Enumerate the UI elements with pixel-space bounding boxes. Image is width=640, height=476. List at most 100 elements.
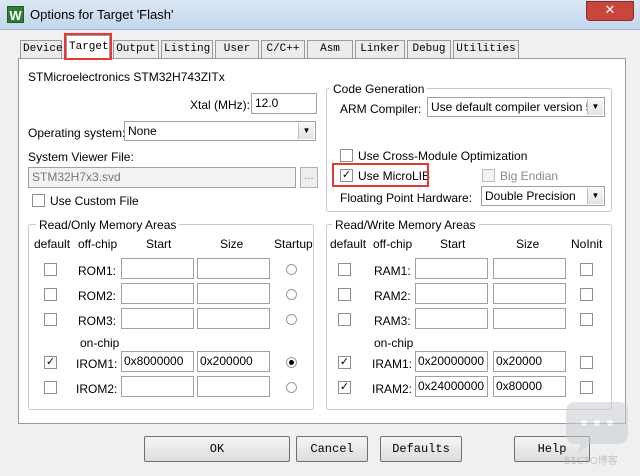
irom1-startup-radio[interactable] bbox=[286, 357, 297, 368]
tab-target-highlight bbox=[64, 33, 112, 60]
cross-module-checkbox[interactable] bbox=[340, 149, 353, 162]
rom2-default-checkbox[interactable] bbox=[44, 288, 57, 301]
tab-utilities[interactable]: Utilities bbox=[453, 40, 519, 58]
irom2-start-input[interactable] bbox=[121, 376, 194, 397]
tab-linker[interactable]: Linker bbox=[355, 40, 405, 58]
ram3-default-checkbox[interactable] bbox=[338, 313, 351, 326]
ram1-noinit-checkbox[interactable] bbox=[580, 263, 593, 276]
tab-device[interactable]: Device bbox=[20, 40, 63, 58]
cross-module-label: Use Cross-Module Optimization bbox=[358, 149, 528, 163]
chevron-down-icon: ▼ bbox=[298, 123, 314, 139]
rom2-startup-radio[interactable] bbox=[286, 289, 297, 300]
os-value: None bbox=[128, 124, 157, 138]
irom2-startup-radio[interactable] bbox=[286, 382, 297, 393]
title-bar: W Options for Target 'Flash' ✕ bbox=[0, 0, 640, 30]
ro-memory-title: Read/Only Memory Areas bbox=[36, 218, 180, 232]
ram2-size-input[interactable] bbox=[493, 283, 566, 304]
ram2-label: RAM2: bbox=[374, 289, 411, 303]
ram3-size-input[interactable] bbox=[493, 308, 566, 329]
iram1-start-input[interactable]: 0x20000000 bbox=[415, 351, 488, 372]
arm-compiler-select[interactable]: Use default compiler version 5 ▼ bbox=[427, 97, 605, 117]
iram2-noinit-checkbox[interactable] bbox=[580, 381, 593, 394]
tab-asm[interactable]: Asm bbox=[307, 40, 353, 58]
svd-label: System Viewer File: bbox=[28, 150, 134, 164]
device-name: STMicroelectronics STM32H743ZITx bbox=[28, 70, 225, 84]
irom1-start-input[interactable]: 0x8000000 bbox=[121, 351, 194, 372]
keil-app-icon: W bbox=[7, 6, 24, 23]
rom2-label: ROM2: bbox=[78, 289, 117, 303]
defaults-button[interactable]: Defaults bbox=[380, 436, 462, 462]
ro-onchip-label: on-chip bbox=[80, 336, 120, 350]
rom2-start-input[interactable] bbox=[121, 283, 194, 304]
window-title: Options for Target 'Flash' bbox=[30, 7, 174, 22]
big-endian-checkbox[interactable] bbox=[482, 169, 495, 182]
ram1-label: RAM1: bbox=[374, 264, 411, 278]
os-label: Operating system: bbox=[28, 126, 126, 140]
arm-compiler-value: Use default compiler version 5 bbox=[431, 100, 593, 114]
cancel-button[interactable]: Cancel bbox=[296, 436, 368, 462]
rom1-startup-radio[interactable] bbox=[286, 264, 297, 275]
tab-cc[interactable]: C/C++ bbox=[261, 40, 305, 58]
irom1-default-checkbox[interactable]: ✓ bbox=[44, 356, 57, 369]
rom1-label: ROM1: bbox=[78, 264, 117, 278]
rw-header-offchip: off-chip bbox=[373, 237, 413, 251]
rw-header-start: Start bbox=[440, 237, 466, 251]
ram3-start-input[interactable] bbox=[415, 308, 488, 329]
rw-header-size: Size bbox=[516, 237, 540, 251]
irom1-label: IROM1: bbox=[76, 357, 118, 371]
ram3-label: RAM3: bbox=[374, 314, 411, 328]
svd-input[interactable]: STM32H7x3.svd bbox=[28, 167, 296, 188]
iram2-size-input[interactable]: 0x80000 bbox=[493, 376, 566, 397]
iram1-label: IRAM1: bbox=[372, 357, 413, 371]
code-generation-title: Code Generation bbox=[330, 82, 428, 96]
irom1-size-input[interactable]: 0x200000 bbox=[197, 351, 270, 372]
rom1-size-input[interactable] bbox=[197, 258, 270, 279]
rom3-start-input[interactable] bbox=[121, 308, 194, 329]
ram3-noinit-checkbox[interactable] bbox=[580, 313, 593, 326]
rom3-size-input[interactable] bbox=[197, 308, 270, 329]
rom2-size-input[interactable] bbox=[197, 283, 270, 304]
watermark-text: 51CTO博客 bbox=[564, 454, 618, 466]
fpu-value: Double Precision bbox=[485, 189, 576, 203]
irom2-default-checkbox[interactable] bbox=[44, 381, 57, 394]
xtal-input[interactable]: 12.0 bbox=[251, 93, 317, 114]
ram2-default-checkbox[interactable] bbox=[338, 288, 351, 301]
watermark-logo: 51CTO博客 bbox=[564, 402, 628, 466]
microlib-highlight bbox=[332, 163, 429, 187]
ok-button[interactable]: OK bbox=[144, 436, 290, 462]
chevron-down-icon: ▼ bbox=[587, 188, 603, 204]
ram1-start-input[interactable] bbox=[415, 258, 488, 279]
svd-browse-button[interactable]: ... bbox=[300, 167, 318, 188]
os-select[interactable]: None ▼ bbox=[124, 121, 316, 141]
rom1-default-checkbox[interactable] bbox=[44, 263, 57, 276]
arm-compiler-label: ARM Compiler: bbox=[340, 102, 422, 116]
ro-header-default: default bbox=[34, 237, 71, 251]
ro-header-startup: Startup bbox=[274, 237, 313, 251]
fpu-select[interactable]: Double Precision ▼ bbox=[481, 186, 605, 206]
chevron-down-icon: ▼ bbox=[587, 99, 603, 115]
ro-header-offchip: off-chip bbox=[78, 237, 118, 251]
ram1-size-input[interactable] bbox=[493, 258, 566, 279]
tab-user[interactable]: User bbox=[215, 40, 259, 58]
irom2-size-input[interactable] bbox=[197, 376, 270, 397]
use-custom-file-checkbox[interactable] bbox=[32, 194, 45, 207]
rom1-start-input[interactable] bbox=[121, 258, 194, 279]
ram2-start-input[interactable] bbox=[415, 283, 488, 304]
tab-output[interactable]: Output bbox=[113, 40, 159, 58]
iram1-default-checkbox[interactable]: ✓ bbox=[338, 356, 351, 369]
tab-listing[interactable]: Listing bbox=[161, 40, 213, 58]
ram2-noinit-checkbox[interactable] bbox=[580, 288, 593, 301]
iram2-start-input[interactable]: 0x24000000 bbox=[415, 376, 488, 397]
rom3-default-checkbox[interactable] bbox=[44, 313, 57, 326]
iram1-size-input[interactable]: 0x20000 bbox=[493, 351, 566, 372]
tab-debug[interactable]: Debug bbox=[407, 40, 451, 58]
xtal-label: Xtal (MHz): bbox=[190, 98, 250, 112]
ram1-default-checkbox[interactable] bbox=[338, 263, 351, 276]
fpu-label: Floating Point Hardware: bbox=[340, 191, 473, 205]
irom2-label: IROM2: bbox=[76, 382, 118, 396]
iram1-noinit-checkbox[interactable] bbox=[580, 356, 593, 369]
use-custom-file-label: Use Custom File bbox=[50, 194, 139, 208]
close-button[interactable]: ✕ bbox=[586, 1, 634, 21]
iram2-default-checkbox[interactable]: ✓ bbox=[338, 381, 351, 394]
rom3-startup-radio[interactable] bbox=[286, 314, 297, 325]
